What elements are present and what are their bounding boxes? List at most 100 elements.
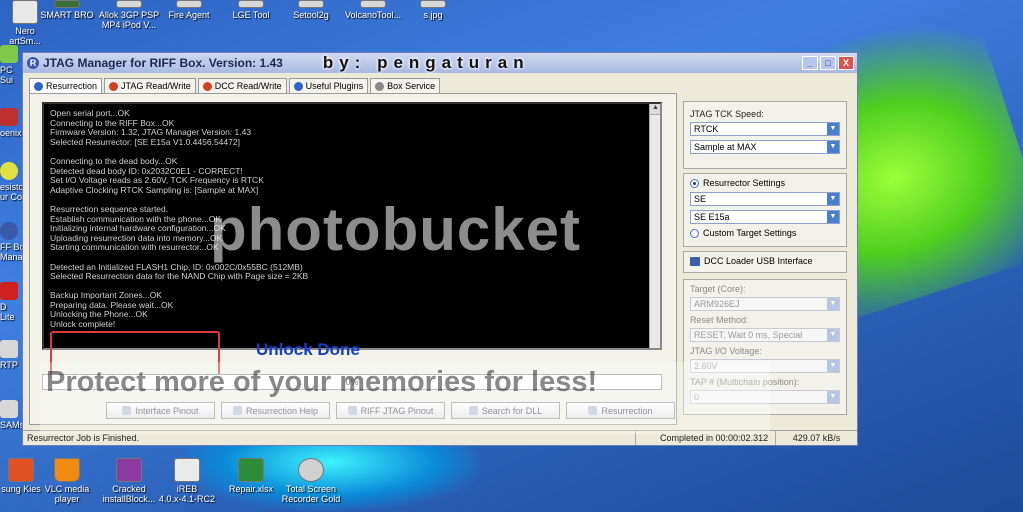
desktop-icon-ireb[interactable]: iREB 4.0.x-4.1-RC2 bbox=[152, 458, 222, 504]
sams-icon bbox=[0, 400, 18, 418]
resurrector-model-select[interactable]: SE E15a ▼ bbox=[690, 210, 840, 224]
select-value: RESET, Wait 0 ms, Special bbox=[694, 330, 803, 340]
desktop-icon-rtp[interactable]: RTP bbox=[0, 340, 22, 370]
tab-useful-plugins[interactable]: Useful Plugins bbox=[288, 78, 369, 93]
resurrector-settings-group: Resurrector Settings SE ▼ SE E15a ▼ Custom… bbox=[683, 173, 847, 247]
minimize-button[interactable]: _ bbox=[802, 56, 818, 70]
desktop-icon-sams[interactable]: SAMs bbox=[0, 400, 25, 430]
tab-box-service[interactable]: Box Service bbox=[370, 78, 441, 93]
image-file-icon bbox=[420, 0, 446, 8]
desktop-icon-label: Setool2g bbox=[293, 10, 329, 20]
tab-jtag-read-write[interactable]: JTAG Read/Write bbox=[104, 78, 196, 93]
scroll-up-icon[interactable]: ▲ bbox=[650, 104, 660, 115]
tab-dcc-read-write[interactable]: DCC Read/Write bbox=[197, 78, 287, 93]
target-core-select[interactable]: ARM926EJ ▼ bbox=[690, 297, 840, 311]
resurrector-settings-radio[interactable]: Resurrector Settings bbox=[690, 178, 840, 188]
resurrector-vendor-select[interactable]: SE ▼ bbox=[690, 192, 840, 206]
box-service-icon bbox=[375, 81, 385, 91]
photobucket-watermark: photobucket bbox=[210, 196, 581, 263]
rtp-icon bbox=[0, 340, 18, 358]
tab-resurrection[interactable]: Resurrection bbox=[29, 78, 103, 93]
chevron-down-icon: ▼ bbox=[827, 123, 839, 135]
main-tabs: Resurrection JTAG Read/Write DCC Read/Wr… bbox=[29, 78, 441, 93]
desktop-icon-label: Fire Agent bbox=[168, 10, 210, 20]
window-titlebar[interactable]: R JTAG Manager for RIFF Box. Version: 1.… bbox=[23, 53, 857, 73]
volcano-tool-icon bbox=[360, 0, 386, 8]
desktop-icon-fire-agent[interactable]: Fire Agent bbox=[154, 0, 224, 20]
setool2g-icon bbox=[298, 0, 324, 8]
select-value: SE bbox=[694, 194, 707, 204]
window-controls: _ □ X bbox=[802, 56, 854, 70]
plugin-info-icon bbox=[293, 81, 303, 91]
desktop-icon-total-screen-recorder[interactable]: Total Screen Recorder Gold bbox=[276, 458, 346, 504]
console-line: Unlocking the Phone...OK bbox=[50, 309, 148, 320]
allok-icon bbox=[116, 0, 142, 8]
desktop-icon-label: esistor ur Co bbox=[0, 182, 27, 202]
select-value: ARM926EJ bbox=[694, 299, 740, 309]
chevron-down-icon: ▼ bbox=[827, 329, 839, 341]
window-title: JTAG Manager for RIFF Box. Version: 1.43 bbox=[43, 56, 283, 70]
reset-method-select[interactable]: RESET, Wait 0 ms, Special ▼ bbox=[690, 328, 840, 342]
desktop-icon-resistor[interactable]: esistor ur Co bbox=[0, 162, 27, 202]
sample-mode-select[interactable]: Sample at MAX ▼ bbox=[690, 140, 840, 154]
select-value: RTCK bbox=[694, 124, 719, 134]
desktop-icon-label: FF Box Mana bbox=[0, 242, 29, 262]
desktop-icon-d-lite[interactable]: D Lite bbox=[0, 282, 22, 322]
ireb-icon bbox=[174, 458, 200, 482]
desktop-icon-label: D Lite bbox=[0, 302, 15, 322]
pc-suite-icon bbox=[0, 45, 18, 63]
maximize-button[interactable]: □ bbox=[820, 56, 836, 70]
fire-agent-icon bbox=[176, 0, 202, 8]
tab-label: Useful Plugins bbox=[305, 81, 364, 91]
resistor-icon bbox=[0, 162, 18, 180]
radio-label: Custom Target Settings bbox=[703, 228, 797, 238]
author-overlay-text: by: pengaturan bbox=[322, 53, 530, 72]
desktop-icon-label: Nero artSm... bbox=[9, 26, 41, 46]
chevron-down-icon: ▼ bbox=[827, 141, 839, 153]
status-speed: 429.07 kB/s bbox=[775, 431, 857, 445]
io-voltage-label: JTAG I/O Voltage: bbox=[690, 346, 762, 356]
chevron-down-icon: ▼ bbox=[827, 211, 839, 223]
console-line: Adaptive Clocking RTCK Sampling is: [Sam… bbox=[50, 184, 259, 195]
desktop-icon-label: SAMs bbox=[0, 420, 25, 430]
tab-label: DCC Read/Write bbox=[214, 81, 282, 91]
chevron-down-icon: ▼ bbox=[827, 360, 839, 372]
desktop-icon-label: SMART BRO bbox=[40, 10, 94, 20]
chevron-down-icon: ▼ bbox=[827, 193, 839, 205]
desktop-icon-smart-bro[interactable]: SMART BRO bbox=[32, 0, 102, 20]
chevron-down-icon: ▼ bbox=[827, 298, 839, 310]
unlock-done-annotation: Unlock Done bbox=[256, 340, 360, 359]
tck-speed-group: JTAG TCK Speed: RTCK ▼ Sample at MAX ▼ bbox=[683, 101, 847, 169]
desktop-icon-s-jpg[interactable]: s.jpg bbox=[398, 0, 468, 20]
dcc-loader-option[interactable]: DCC Loader USB Interface bbox=[690, 256, 840, 266]
tck-speed-select[interactable]: RTCK ▼ bbox=[690, 122, 840, 136]
desktop-icon-label: RTP bbox=[0, 360, 18, 370]
d-lite-icon bbox=[0, 282, 18, 300]
desktop-icon-phoenix[interactable]: oenix bbox=[0, 108, 22, 138]
desktop-icon-riff-box-manager[interactable]: FF Box Mana bbox=[0, 222, 29, 262]
desktop-icon-setool2g[interactable]: Setool2g bbox=[276, 0, 346, 20]
kies-icon bbox=[8, 458, 34, 482]
radio-unselected-icon bbox=[690, 228, 699, 238]
console-line: Selected Resurrection data for the NAND … bbox=[50, 271, 309, 282]
desktop-icon-label: Total Screen Recorder Gold bbox=[281, 484, 341, 504]
close-button[interactable]: X bbox=[838, 56, 854, 70]
desktop-icon-vlc[interactable]: VLC media player bbox=[32, 458, 102, 504]
tab-label: Resurrection bbox=[46, 81, 98, 91]
excel-file-icon bbox=[238, 458, 264, 482]
option-label: DCC Loader USB Interface bbox=[704, 256, 813, 266]
custom-target-radio[interactable]: Custom Target Settings bbox=[690, 228, 840, 238]
protect-memories-watermark: Protect more of your memories for less! bbox=[46, 366, 598, 398]
desktop-icon-pc-suite[interactable]: PC Sui bbox=[0, 45, 22, 85]
radio-label: Resurrector Settings bbox=[703, 178, 786, 188]
tck-speed-label: JTAG TCK Speed: bbox=[690, 109, 764, 119]
desktop-icon-label: oenix bbox=[0, 128, 22, 138]
console-scrollbar[interactable]: ▲ bbox=[649, 104, 660, 348]
tab-label: Box Service bbox=[387, 81, 436, 91]
smart-bro-icon bbox=[54, 0, 80, 8]
riff-app-icon: R bbox=[27, 57, 39, 69]
lge-tool-icon bbox=[238, 0, 264, 8]
desktop-icon-label: VLC media player bbox=[44, 484, 90, 504]
radio-selected-icon bbox=[690, 178, 699, 188]
usb-icon bbox=[690, 256, 700, 266]
